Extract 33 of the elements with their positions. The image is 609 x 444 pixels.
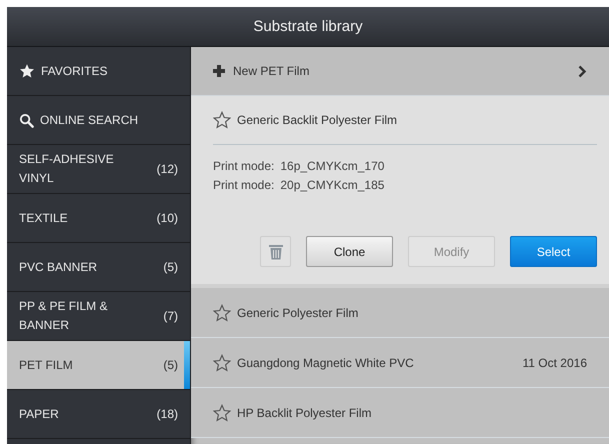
print-mode-label: Print mode: bbox=[213, 178, 274, 192]
favorite-star-icon[interactable] bbox=[213, 404, 231, 422]
action-button[interactable]: Clone bbox=[306, 236, 393, 267]
item-count: (5) bbox=[163, 358, 178, 372]
favorite-star-icon[interactable] bbox=[213, 304, 231, 322]
plus-icon bbox=[213, 65, 225, 77]
print-mode-value: 20p_CMYKcm_185 bbox=[280, 178, 384, 192]
item-count: (18) bbox=[156, 407, 178, 421]
sidebar-item[interactable]: PET FILM (5) bbox=[7, 341, 190, 390]
print-mode-label: Print mode: bbox=[213, 159, 274, 173]
favorite-star-icon[interactable] bbox=[213, 354, 231, 372]
item-count: (10) bbox=[156, 211, 178, 225]
substrate-name: Generic Polyester Film bbox=[237, 306, 360, 320]
substrate-name: HP Backlit Polyester Film bbox=[237, 406, 372, 420]
new-substrate-row[interactable]: New PET Film bbox=[191, 47, 609, 96]
substrate-row[interactable]: Generic Polyester Film bbox=[191, 288, 609, 338]
select-button[interactable]: Select bbox=[510, 236, 597, 267]
star-icon bbox=[19, 63, 35, 79]
favorite-star-icon[interactable] bbox=[213, 111, 231, 129]
substrate-row[interactable]: Guangdong Magnetic White PVC 11 Oct 2016 bbox=[191, 338, 609, 388]
substrate-date: 11 Oct 2016 bbox=[522, 356, 587, 370]
substrate-name: Guangdong Magnetic White PVC bbox=[237, 356, 415, 370]
chevron-right-icon bbox=[578, 64, 587, 78]
item-count: (12) bbox=[156, 162, 178, 176]
window-title: Substrate library bbox=[7, 7, 609, 47]
delete-button[interactable] bbox=[260, 236, 291, 267]
item-count: (7) bbox=[163, 309, 178, 323]
substrate-row[interactable]: HP Backlit Polyester Film bbox=[191, 388, 609, 438]
search-icon bbox=[19, 112, 34, 128]
print-mode-value: 16p_CMYKcm_170 bbox=[280, 159, 384, 173]
item-count: (5) bbox=[163, 260, 178, 274]
substrate-name: Generic Backlit Polyester Film bbox=[237, 113, 398, 127]
trash-icon bbox=[268, 244, 282, 260]
